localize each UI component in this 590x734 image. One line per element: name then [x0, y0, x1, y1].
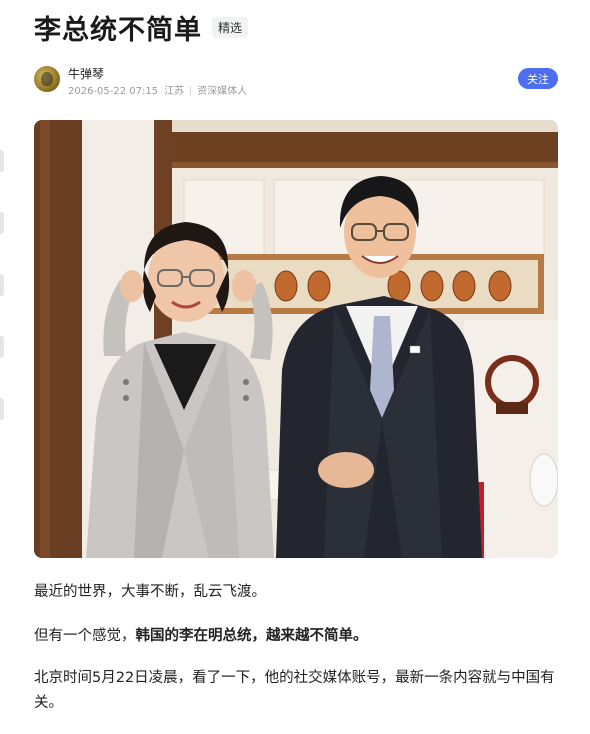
article-photo — [34, 120, 558, 558]
paragraph-1: 最近的世界，大事不断，乱云飞渡。 — [34, 584, 266, 600]
left-edge-decoration — [0, 150, 4, 460]
paragraph-2: 但有一个感觉，韩国的李在明总统，越来越不简单。 — [34, 624, 558, 649]
edge-tab — [0, 398, 4, 420]
publish-datetime: 2026-05-22 07:15 — [68, 86, 159, 97]
author-meta: 2026-05-22 07:15 江苏 资深媒体人 — [68, 82, 247, 97]
featured-badge: 精选 — [212, 17, 249, 38]
author-role: 资深媒体人 — [197, 86, 248, 97]
article-title: 李总统不简单 — [34, 15, 202, 46]
author-row: 牛弹琴 2026-05-22 07:15 江苏 资深媒体人 关注 — [34, 64, 558, 97]
edge-tab — [0, 150, 4, 172]
paragraph-3: 北京时间5月22日凌晨，看了一下，他的社交媒体账号，最新一条内容就与中国有关。 — [34, 670, 555, 711]
follow-button[interactable]: 关注 — [518, 68, 558, 89]
author-name[interactable]: 牛弹琴 — [68, 65, 104, 82]
edge-tab — [0, 336, 4, 358]
avatar[interactable] — [34, 66, 60, 92]
author-location: 江苏 — [164, 86, 185, 97]
title-row: 李总统不简单 精选 — [34, 8, 249, 47]
paragraph-2-text: 但有一个感觉， — [34, 628, 136, 644]
edge-tab — [0, 274, 4, 296]
edge-tab — [0, 212, 4, 234]
paragraph-2-bold: 韩国的李在明总统，越来越不简单。 — [135, 628, 368, 644]
meta-divider — [190, 86, 192, 95]
